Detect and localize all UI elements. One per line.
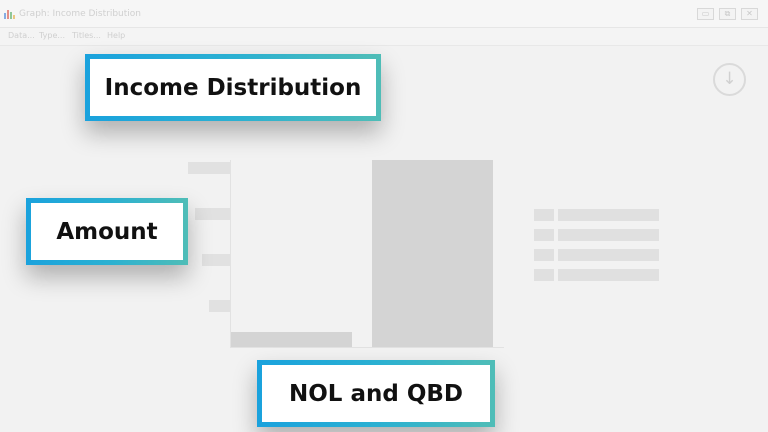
legend-swatch xyxy=(534,209,554,221)
y-tick-label xyxy=(195,208,230,220)
window-title-bar: Graph: Income Distribution ▭ ⧉ ✕ xyxy=(0,0,768,28)
callout-y-axis: Amount xyxy=(26,198,188,265)
chart-app-icon xyxy=(4,9,15,19)
menu-data[interactable]: Data... xyxy=(8,31,35,40)
menu-help[interactable]: Help xyxy=(107,31,125,40)
chart-bar xyxy=(372,160,493,347)
legend-label xyxy=(558,209,659,221)
y-axis-line xyxy=(230,160,231,348)
legend-swatch xyxy=(534,249,554,261)
legend-swatch xyxy=(534,269,554,281)
x-axis-line xyxy=(230,347,504,348)
legend-swatch xyxy=(534,229,554,241)
download-icon[interactable]: ↓ xyxy=(713,63,746,96)
maximize-button[interactable]: ⧉ xyxy=(719,8,736,20)
chart-bar xyxy=(231,332,352,347)
menu-type[interactable]: Type... xyxy=(39,31,65,40)
legend-label xyxy=(558,269,659,281)
callout-chart-title-text: Income Distribution xyxy=(104,74,362,101)
close-button[interactable]: ✕ xyxy=(741,8,758,20)
legend-label xyxy=(558,229,659,241)
y-tick-label xyxy=(202,254,230,266)
callout-x-axis: NOL and QBD xyxy=(257,360,495,427)
y-tick-label xyxy=(209,300,230,312)
y-tick-label xyxy=(188,162,230,174)
menu-bar: Data... Type... Titles... Help xyxy=(0,28,768,46)
callout-y-axis-text: Amount xyxy=(56,218,158,245)
callout-chart-title: Income Distribution xyxy=(85,54,381,121)
menu-titles[interactable]: Titles... xyxy=(72,31,101,40)
minimize-button[interactable]: ▭ xyxy=(697,8,714,20)
callout-x-axis-text: NOL and QBD xyxy=(288,380,463,407)
window-title: Graph: Income Distribution xyxy=(19,9,141,19)
legend-label xyxy=(558,249,659,261)
